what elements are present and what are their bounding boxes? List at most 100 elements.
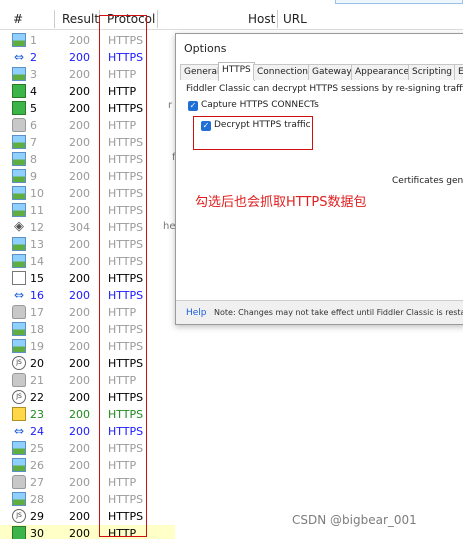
- session-row[interactable]: 25 200 HTTPS: [0, 440, 175, 457]
- session-row[interactable]: 27 200 HTTP: [0, 474, 175, 491]
- green-doc-icon: [12, 84, 26, 98]
- session-result: 200: [69, 510, 90, 523]
- tab-appearance[interactable]: Appearance: [351, 64, 414, 80]
- session-number: 19: [30, 340, 44, 353]
- session-row[interactable]: ◈ 12 304 HTTPS: [0, 219, 175, 236]
- session-row[interactable]: ⇔ 16 200 HTTPS: [0, 287, 175, 304]
- image-icon: [12, 67, 26, 81]
- session-row[interactable]: 23 200 HTTPS: [0, 406, 175, 423]
- session-number: 18: [30, 323, 44, 336]
- session-row[interactable]: JS 20 200 HTTPS: [0, 355, 175, 372]
- image-icon: [12, 135, 26, 149]
- tab-scripting[interactable]: Scripting: [408, 64, 457, 80]
- doc-icon: [12, 271, 26, 285]
- session-result: 200: [69, 289, 90, 302]
- session-result: 200: [69, 204, 90, 217]
- image-icon: [12, 152, 26, 166]
- session-row[interactable]: 17 200 HTTP: [0, 304, 175, 321]
- session-row[interactable]: 30 200 HTTP: [0, 525, 175, 539]
- help-link[interactable]: Help: [186, 308, 207, 318]
- column-result[interactable]: Result: [62, 12, 99, 26]
- green-doc-icon: [12, 526, 26, 539]
- options-dialog: Options General HTTPS Connections Gatewa…: [175, 33, 463, 325]
- image-icon: [12, 458, 26, 472]
- session-number: 25: [30, 442, 44, 455]
- tab-general[interactable]: General: [180, 64, 224, 80]
- session-row[interactable]: 7 200 HTTPS: [0, 134, 175, 151]
- lock-icon: [12, 475, 26, 489]
- tab-extensions[interactable]: Ext: [454, 64, 463, 80]
- tab-https[interactable]: HTTPS: [218, 62, 255, 81]
- session-row[interactable]: 5 200 HTTPS: [0, 100, 175, 117]
- session-row[interactable]: ⇔ 2 200 HTTPS: [0, 49, 175, 66]
- session-result: 200: [69, 255, 90, 268]
- checkbox-checked-icon[interactable]: ✓: [188, 101, 198, 111]
- image-icon: [12, 203, 26, 217]
- session-result: 200: [69, 357, 90, 370]
- session-row[interactable]: JS 22 200 HTTPS: [0, 389, 175, 406]
- session-result: 200: [69, 459, 90, 472]
- column-url[interactable]: URL: [283, 12, 307, 26]
- session-result: 200: [69, 323, 90, 336]
- column-divider[interactable]: [277, 10, 278, 28]
- session-result: 200: [69, 391, 90, 404]
- session-row[interactable]: 10 200 HTTPS: [0, 185, 175, 202]
- session-row[interactable]: 3 200 HTTP: [0, 66, 175, 83]
- lock-icon: [12, 305, 26, 319]
- session-number: 9: [30, 170, 37, 183]
- session-row[interactable]: JS 29 200 HTTPS: [0, 508, 175, 525]
- session-number: 22: [30, 391, 44, 404]
- session-number: 21: [30, 374, 44, 387]
- image-icon: [12, 339, 26, 353]
- session-row[interactable]: 15 200 HTTPS: [0, 270, 175, 287]
- session-row[interactable]: 11 200 HTTPS: [0, 202, 175, 219]
- session-row[interactable]: 18 200 HTTPS: [0, 321, 175, 338]
- session-row[interactable]: 26 200 HTTP: [0, 457, 175, 474]
- session-row[interactable]: 13 200 HTTPS: [0, 236, 175, 253]
- column-number[interactable]: #: [13, 12, 23, 26]
- column-divider[interactable]: [157, 10, 158, 28]
- session-row[interactable]: 28 200 HTTPS: [0, 491, 175, 508]
- session-row[interactable]: 19 200 HTTPS: [0, 338, 175, 355]
- session-result: 200: [69, 306, 90, 319]
- session-result: 200: [69, 442, 90, 455]
- arrows-icon: ⇔: [13, 288, 25, 302]
- session-result: 200: [69, 272, 90, 285]
- session-row[interactable]: ⇔ 24 200 HTTPS: [0, 423, 175, 440]
- background-text: r: [168, 100, 173, 111]
- changes-note: Note: Changes may not take effect until …: [214, 308, 463, 317]
- watermark: CSDN @bigbear_001: [292, 513, 417, 527]
- lock-icon: [12, 373, 26, 387]
- js-icon: JS: [12, 509, 26, 523]
- session-result: 200: [69, 238, 90, 251]
- session-row[interactable]: 8 200 HTTPS: [0, 151, 175, 168]
- session-result: 200: [69, 85, 90, 98]
- session-number: 30: [30, 527, 44, 539]
- session-result: 200: [69, 102, 90, 115]
- session-row[interactable]: 1 200 HTTPS: [0, 32, 175, 49]
- session-result: 200: [69, 374, 90, 387]
- column-divider[interactable]: [54, 10, 55, 28]
- session-result: 200: [69, 68, 90, 81]
- session-row[interactable]: 14 200 HTTPS: [0, 253, 175, 270]
- annotation-text: 勾选后也会抓取HTTPS数据包: [195, 195, 367, 210]
- tab-gateway[interactable]: Gateway: [308, 64, 356, 80]
- session-number: 8: [30, 153, 37, 166]
- session-row[interactable]: 9 200 HTTPS: [0, 168, 175, 185]
- session-result: 200: [69, 153, 90, 166]
- capture-https-checkbox[interactable]: ✓ Capture HTTPS CONNECTs: [188, 100, 319, 111]
- session-row[interactable]: 4 200 HTTP: [0, 83, 175, 100]
- column-host[interactable]: Host: [248, 12, 275, 26]
- session-number: 26: [30, 459, 44, 472]
- session-number: 2: [30, 51, 37, 64]
- session-number: 24: [30, 425, 44, 438]
- session-number: 14: [30, 255, 44, 268]
- session-number: 20: [30, 357, 44, 370]
- session-result: 200: [69, 170, 90, 183]
- image-icon: [12, 441, 26, 455]
- session-row[interactable]: 6 200 HTTP: [0, 117, 175, 134]
- session-row[interactable]: 21 200 HTTP: [0, 372, 175, 389]
- https-description: Fiddler Classic can decrypt HTTPS sessio…: [186, 84, 463, 94]
- session-result: 200: [69, 51, 90, 64]
- session-number: 3: [30, 68, 37, 81]
